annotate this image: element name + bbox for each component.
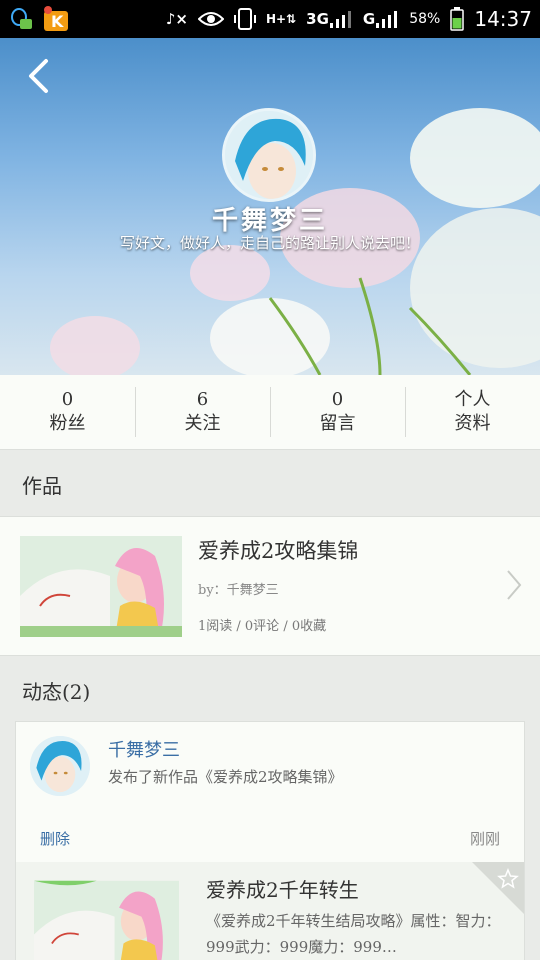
stat-value: 个人 bbox=[454, 389, 491, 410]
stat-label: 关注 bbox=[184, 413, 221, 434]
profile-motto: 写好文，做好人，走自己的路让别人说去吧！ bbox=[119, 234, 420, 252]
delete-button[interactable]: 删除 bbox=[40, 828, 70, 849]
activity-work-description: 《爱养成2千年转生结局攻略》属性：智力：999武力：999魔力：999… bbox=[206, 912, 501, 956]
stat-value: 0 bbox=[331, 389, 344, 410]
battery-percent: 58% bbox=[409, 11, 441, 27]
activity-work-preview[interactable]: 爱养成2千年转生 《爱养成2千年转生结局攻略》属性：智力：999武力：999魔力… bbox=[16, 862, 524, 960]
vibrate-icon bbox=[234, 7, 257, 31]
stat-label: 资料 bbox=[454, 413, 491, 434]
stat-fans[interactable]: 0 粉丝 bbox=[0, 375, 135, 449]
back-button[interactable] bbox=[18, 54, 58, 98]
battery-icon bbox=[450, 7, 465, 31]
profile-header: 千舞梦三 写好文，做好人，走自己的路让别人说去吧！ bbox=[0, 38, 540, 375]
hplus-data-icon: H+⇅ bbox=[266, 12, 297, 26]
profile-avatar[interactable] bbox=[222, 108, 316, 202]
kugou-icon: K bbox=[42, 5, 72, 33]
favorite-star-icon[interactable] bbox=[472, 862, 524, 914]
signal-g-icon: G bbox=[363, 10, 399, 28]
avatar-image bbox=[30, 736, 90, 796]
activity-section-title: 动态(2) bbox=[22, 679, 91, 704]
stat-profile-info[interactable]: 个人 资料 bbox=[405, 375, 540, 449]
activity-user-name[interactable]: 千舞梦三 bbox=[108, 736, 180, 762]
work-author: by：千舞梦三 bbox=[198, 583, 279, 598]
eye-icon bbox=[198, 10, 225, 28]
svg-text:K: K bbox=[51, 12, 64, 31]
activity-description: 发布了新作品《爱养成2攻略集锦》 bbox=[108, 768, 343, 786]
chevron-right-icon bbox=[507, 570, 522, 600]
work-card[interactable]: 爱养成2攻略集锦 by：千舞梦三 1阅读 / 0评论 / 0收藏 bbox=[0, 516, 540, 656]
work-title: 爱养成2攻略集锦 bbox=[198, 539, 359, 563]
stat-following[interactable]: 6 关注 bbox=[135, 375, 270, 449]
works-section-title: 作品 bbox=[22, 473, 62, 498]
clock: 14:37 bbox=[474, 7, 532, 31]
status-bar: K ♪× H+⇅ 3G G 58% 14:37 bbox=[0, 0, 540, 38]
stats-bar: 0 粉丝 6 关注 0 留言 个人 资料 bbox=[0, 375, 540, 450]
stat-label: 粉丝 bbox=[49, 413, 86, 434]
stat-value: 6 bbox=[196, 389, 209, 410]
activity-card: 千舞梦三 发布了新作品《爱养成2攻略集锦》 删除 刚刚 爱养成2千年转生 《爱养… bbox=[15, 721, 525, 960]
music-muted-icon: ♪× bbox=[165, 10, 189, 28]
activity-avatar[interactable] bbox=[30, 736, 90, 796]
stat-messages[interactable]: 0 留言 bbox=[270, 375, 405, 449]
chevron-left-icon bbox=[29, 59, 48, 93]
activity-work-title: 爱养成2千年转生 bbox=[206, 878, 359, 902]
stat-label: 留言 bbox=[319, 413, 356, 434]
activity-time: 刚刚 bbox=[469, 830, 500, 848]
work-thumbnail bbox=[20, 536, 182, 637]
qq-notification-icon bbox=[8, 6, 34, 32]
activity-work-thumbnail bbox=[34, 876, 179, 960]
work-stats: 1阅读 / 0评论 / 0收藏 bbox=[198, 619, 327, 634]
signal-3g-icon: 3G bbox=[306, 10, 353, 28]
stat-value: 0 bbox=[61, 389, 74, 410]
